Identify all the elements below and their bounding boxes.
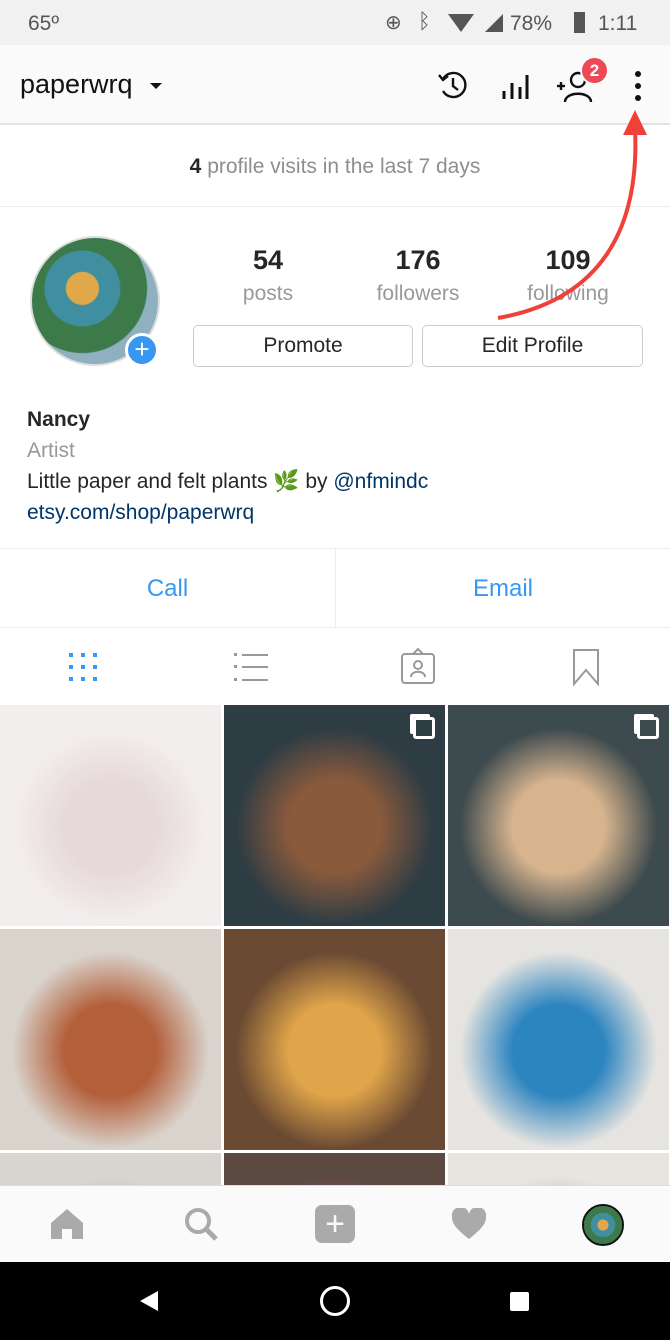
bio-by: by [299, 470, 334, 493]
post-thumbnail[interactable] [224, 1153, 445, 1185]
signal-icon [485, 14, 503, 32]
post-thumbnail[interactable] [448, 705, 669, 926]
add-story-icon[interactable]: + [125, 333, 159, 367]
stat-followers[interactable]: 176 followers [343, 245, 493, 306]
leaf-emoji: 🌿 [273, 470, 300, 493]
posts-label: posts [242, 282, 294, 305]
notification-badge: 2 [580, 56, 609, 85]
edit-profile-button[interactable]: Edit Profile [422, 325, 643, 367]
carousel-icon [637, 717, 659, 739]
bottom-nav: + [0, 1185, 670, 1262]
visits-text: profile visits in the last 7 days [207, 155, 481, 178]
post-thumbnail[interactable] [448, 1153, 669, 1185]
new-post-icon[interactable]: + [315, 1205, 355, 1243]
posts-grid [0, 705, 670, 1185]
battery-icon [574, 12, 585, 33]
followers-count: 176 [395, 245, 441, 275]
post-thumbnail[interactable] [448, 929, 669, 1150]
bio: Nancy Artist Little paper and felt plant… [27, 404, 428, 528]
profile-tabs [0, 628, 670, 705]
recents-icon[interactable] [510, 1292, 529, 1311]
post-thumbnail[interactable] [0, 1153, 221, 1185]
profile-name: Nancy [27, 408, 91, 431]
carousel-icon [413, 717, 435, 739]
post-thumbnail[interactable] [224, 705, 445, 926]
stat-posts[interactable]: 54 posts [193, 245, 343, 306]
posts-count: 54 [252, 245, 284, 275]
insights-icon[interactable] [500, 71, 530, 101]
back-icon[interactable] [140, 1291, 158, 1311]
temperature: 65º [28, 12, 60, 35]
tagged-icon[interactable] [401, 648, 435, 684]
call-button[interactable]: Call [0, 548, 335, 628]
wifi-icon [448, 14, 474, 32]
caret-down-icon [150, 82, 163, 89]
followers-label: followers [376, 282, 460, 305]
profile-tab-avatar[interactable] [582, 1204, 624, 1246]
activity-heart-icon[interactable] [451, 1208, 487, 1240]
home-button-icon[interactable] [320, 1286, 350, 1316]
search-icon[interactable] [184, 1207, 218, 1241]
account-switcher[interactable]: paperwrq [20, 69, 163, 100]
email-button[interactable]: Email [335, 548, 670, 628]
saved-icon[interactable] [572, 648, 600, 686]
post-thumbnail[interactable] [0, 705, 221, 926]
home-icon[interactable] [50, 1208, 84, 1240]
grid-icon[interactable] [68, 652, 98, 682]
battery-percent: 78% [510, 12, 553, 35]
data-saver-icon: ⊕ [385, 12, 402, 34]
history-icon[interactable] [437, 69, 469, 101]
post-thumbnail[interactable] [224, 929, 445, 1150]
annotation-arrow [497, 110, 647, 320]
list-icon[interactable] [234, 652, 268, 682]
status-bar: 65º ⊕ ᛒ 78% 1:11 [0, 0, 670, 45]
more-options-icon[interactable] [632, 70, 644, 102]
username: paperwrq [20, 69, 133, 99]
mention-link[interactable]: @nfmindc [333, 470, 428, 493]
bluetooth-icon: ᛒ [418, 10, 431, 33]
post-thumbnail[interactable] [0, 929, 221, 1150]
system-nav-bar [0, 1262, 670, 1340]
visits-count: 4 [189, 155, 202, 178]
bio-text: Little paper and felt plants 🌿 by @nfmin… [27, 466, 428, 497]
promote-button[interactable]: Promote [193, 325, 413, 367]
clock: 1:11 [598, 12, 638, 35]
bio-text-start: Little paper and felt plants [27, 470, 274, 493]
website-link[interactable]: etsy.com/shop/paperwrq [27, 497, 428, 528]
profile-category: Artist [27, 439, 75, 462]
